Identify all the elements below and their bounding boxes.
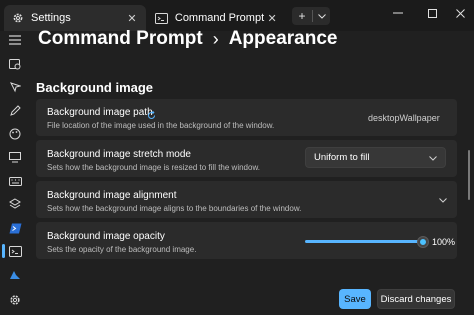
setting-title: Background image alignment [47, 190, 177, 201]
dropdown-selected-value: Uniform to fill [314, 152, 370, 163]
palette-icon[interactable] [6, 125, 24, 143]
command-prompt-profile-icon[interactable] [6, 242, 24, 260]
minimize-icon[interactable] [380, 0, 416, 26]
plus-icon[interactable]: + [292, 9, 312, 23]
breadcrumb-parent[interactable]: Command Prompt [38, 28, 203, 50]
close-icon[interactable]: ✕ [264, 10, 280, 26]
save-button[interactable]: Save [339, 289, 371, 309]
breadcrumb-separator: › [212, 28, 219, 49]
layers-icon[interactable] [6, 195, 24, 213]
setting-title: Background image opacity [47, 231, 165, 242]
setting-description: Sets the opacity of the background image… [47, 245, 197, 254]
close-icon[interactable]: ✕ [124, 10, 140, 26]
new-tab-split-button: + [292, 7, 330, 25]
azure-icon[interactable] [6, 266, 24, 284]
breadcrumb: Command Prompt › Appearance [38, 28, 337, 50]
scrollbar[interactable] [468, 150, 470, 200]
chevron-down-icon [439, 195, 447, 206]
chevron-down-icon[interactable] [313, 13, 330, 19]
startup-icon[interactable] [6, 55, 24, 73]
interaction-icon[interactable] [6, 78, 24, 96]
setting-title: Background image path [47, 107, 153, 118]
tab-settings-label: Settings [31, 12, 71, 24]
slider-track [305, 240, 424, 243]
hamburger-menu-icon[interactable] [6, 31, 24, 49]
close-window-icon[interactable] [442, 0, 474, 26]
setting-title: Background image stretch mode [47, 149, 191, 160]
setting-description: Sets how the background image aligns to … [47, 204, 302, 213]
chevron-down-icon [429, 153, 445, 163]
rendering-icon[interactable] [6, 148, 24, 166]
selected-indicator [2, 244, 5, 258]
stretch-mode-dropdown[interactable]: Uniform to fill [305, 147, 446, 168]
opacity-slider[interactable] [305, 237, 428, 247]
settings-window: Settings ✕ Command Prompt ✕ + Command Pr… [0, 0, 474, 315]
pen-icon[interactable] [6, 102, 24, 120]
setting-value: desktopWallpaper [368, 113, 440, 123]
sidebar [0, 31, 30, 315]
background-image-path-setting[interactable]: Background image path File location of t… [36, 99, 457, 136]
setting-description: Sets how the background image is resized… [47, 163, 261, 172]
keyboard-icon[interactable] [6, 172, 24, 190]
page-title: Appearance [228, 28, 338, 49]
discard-changes-button[interactable]: Discard changes [377, 289, 455, 309]
opacity-value: 100% [432, 237, 456, 247]
tab-command-prompt-label: Command Prompt [174, 12, 265, 24]
terminal-icon [155, 11, 169, 25]
section-heading: Background image [36, 80, 154, 95]
setting-description: File location of the image used in the b… [47, 121, 275, 130]
powershell-icon[interactable] [6, 219, 24, 237]
gear-icon [11, 11, 25, 25]
background-image-alignment-setting[interactable]: Background image alignment Sets how the … [36, 181, 457, 218]
slider-thumb[interactable] [418, 237, 428, 247]
title-bar: Settings ✕ Command Prompt ✕ + [0, 0, 474, 31]
gear-icon[interactable] [6, 291, 24, 309]
